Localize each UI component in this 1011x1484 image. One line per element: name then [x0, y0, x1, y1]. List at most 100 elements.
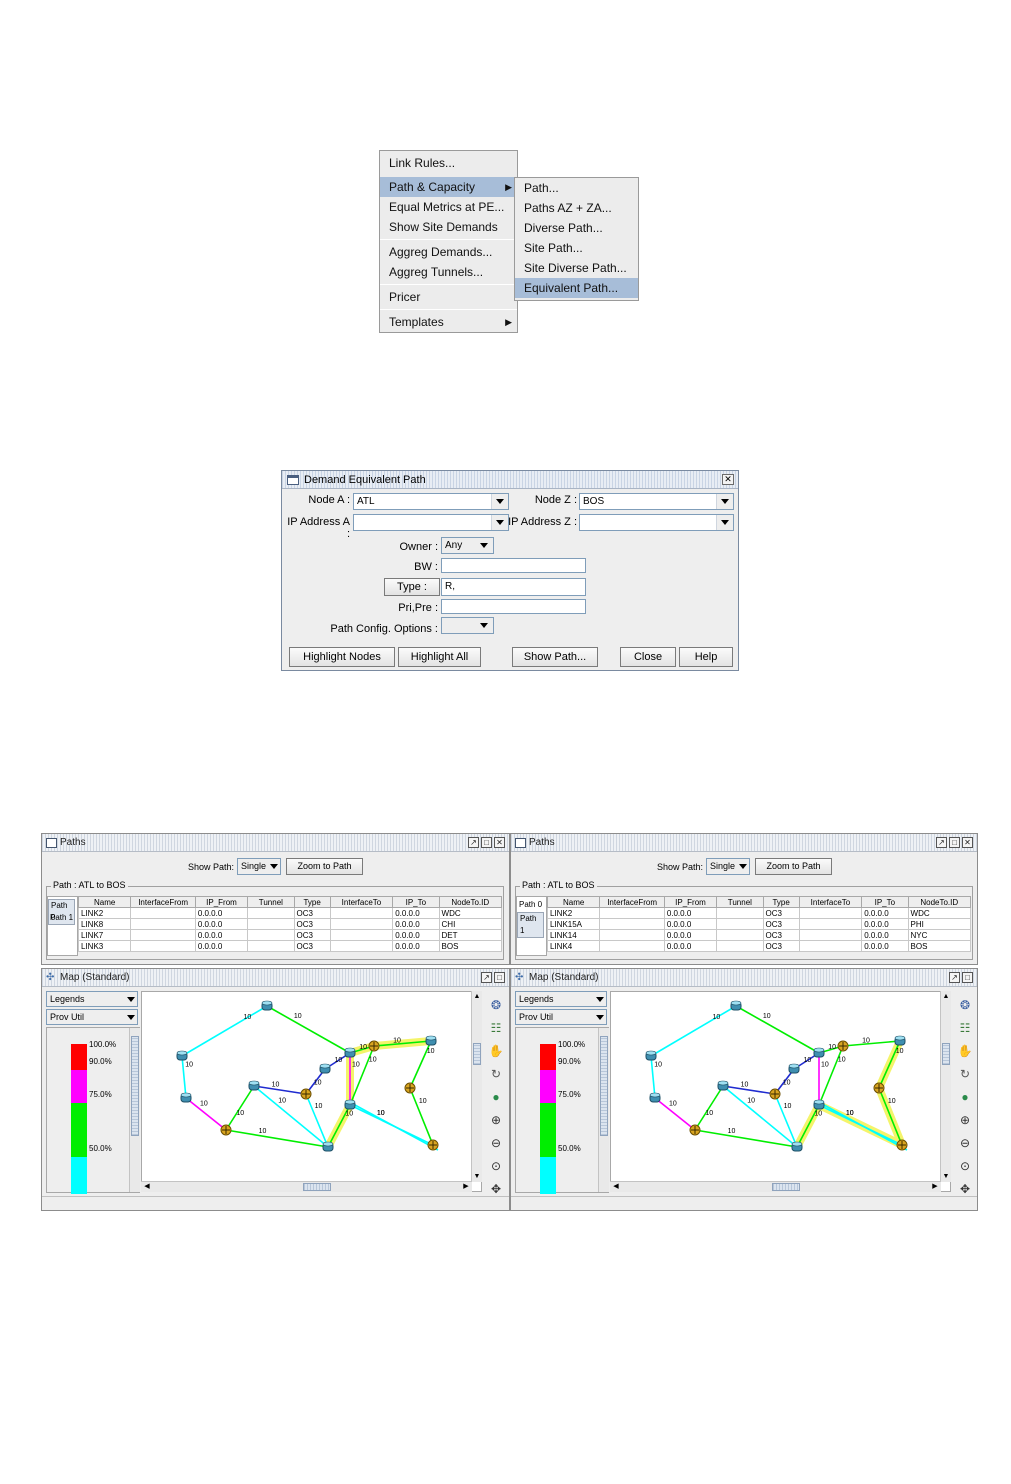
pe-router-node-icon[interactable] — [896, 1139, 908, 1151]
chevron-down-icon[interactable] — [716, 494, 733, 509]
network-link[interactable] — [650, 1005, 737, 1057]
column-header[interactable]: InterfaceFrom — [599, 896, 665, 908]
close-button[interactable]: Close — [620, 647, 676, 667]
column-header[interactable]: IP_To — [392, 896, 440, 908]
table-row[interactable]: LINK4 0.0.0.0 OC3 0.0.0.0 BOS — [546, 940, 972, 952]
path-tab-1[interactable]: Path 1 — [48, 912, 75, 924]
submenu-item-diverse-path[interactable]: Diverse Path... — [515, 218, 638, 238]
zoom-out-icon[interactable]: ⊖ — [957, 1135, 973, 1151]
map-horizontal-scrollbar[interactable]: ◀ ▶ — [610, 1181, 941, 1192]
router-node-icon[interactable] — [319, 1063, 331, 1074]
scroll-thumb[interactable] — [131, 1036, 139, 1136]
ip-address-a-select[interactable] — [353, 514, 509, 531]
scroll-thumb[interactable] — [772, 1183, 800, 1191]
router-node-icon[interactable] — [645, 1050, 657, 1061]
pe-router-node-icon[interactable] — [873, 1082, 885, 1094]
util-select[interactable]: Prov Util — [515, 1009, 607, 1025]
column-header[interactable]: InterfaceTo — [798, 896, 863, 908]
pe-router-node-icon[interactable] — [368, 1040, 380, 1052]
column-header[interactable]: InterfaceTo — [329, 896, 394, 908]
table-row[interactable]: LINK2 0.0.0.0 OC3 0.0.0.0 WDC — [546, 907, 972, 919]
type-button[interactable]: Type : — [384, 578, 440, 596]
map-panel-titlebar[interactable]: ✣ Map (Standard) ↗ □ — [42, 969, 509, 987]
pe-router-node-icon[interactable] — [300, 1088, 312, 1100]
pe-router-node-icon[interactable] — [769, 1088, 781, 1100]
chevron-down-icon[interactable] — [266, 859, 280, 874]
network-link[interactable] — [181, 1005, 268, 1057]
map-vertical-scrollbar[interactable]: ▲ ▼ — [471, 991, 482, 1182]
pan-hand-icon[interactable]: ✋ — [488, 1043, 504, 1059]
table-row[interactable]: LINK8 0.0.0.0 OC3 0.0.0.0 CHI — [77, 918, 503, 930]
chevron-down-icon[interactable] — [592, 1010, 606, 1024]
globe-icon[interactable]: ● — [488, 1089, 504, 1105]
submenu-item-path[interactable]: Path... — [515, 178, 638, 198]
close-icon[interactable]: ✕ — [962, 837, 973, 848]
column-header[interactable]: IP_To — [861, 896, 909, 908]
show-path-button[interactable]: Show Path... — [512, 647, 598, 667]
close-icon[interactable]: ✕ — [494, 837, 505, 848]
network-link[interactable] — [266, 1005, 351, 1054]
router-node-icon[interactable] — [248, 1080, 260, 1091]
util-select[interactable]: Prov Util — [46, 1009, 138, 1025]
highlight-all-button[interactable]: Highlight All — [398, 647, 481, 667]
float-icon[interactable]: ↗ — [468, 837, 479, 848]
maximize-icon[interactable]: □ — [949, 837, 960, 848]
router-node-icon[interactable] — [813, 1047, 825, 1058]
node-z-select[interactable]: BOS — [579, 493, 734, 510]
router-node-icon[interactable] — [322, 1141, 334, 1152]
move-icon[interactable]: ✥ — [957, 1181, 973, 1197]
router-node-icon[interactable] — [649, 1092, 661, 1103]
pan-hand-icon[interactable]: ✋ — [957, 1043, 973, 1059]
ip-address-z-select[interactable] — [579, 514, 734, 531]
table-row[interactable]: LINK15A 0.0.0.0 OC3 0.0.0.0 PHI — [546, 918, 972, 930]
column-header[interactable]: Name — [77, 896, 132, 908]
zoom-fit-icon[interactable]: ⊙ — [957, 1158, 973, 1174]
column-header[interactable]: IP_From — [194, 896, 249, 908]
type-input[interactable]: R, — [441, 578, 586, 596]
table-row[interactable]: LINK7 0.0.0.0 OC3 0.0.0.0 DET — [77, 929, 503, 941]
scroll-up-icon[interactable]: ▲ — [472, 992, 482, 1001]
router-node-icon[interactable] — [894, 1035, 906, 1046]
router-node-icon[interactable] — [344, 1099, 356, 1110]
map-horizontal-scrollbar[interactable]: ◀ ▶ — [141, 1181, 472, 1192]
table-row[interactable]: LINK2 0.0.0.0 OC3 0.0.0.0 WDC — [77, 907, 503, 919]
chevron-down-icon[interactable] — [716, 515, 733, 530]
menu-item-path-capacity[interactable]: Path & Capacity ▶ — [380, 177, 517, 197]
zoom-to-path-button[interactable]: Zoom to Path — [286, 858, 363, 875]
menu-item-templates[interactable]: Templates ▶ — [380, 312, 517, 332]
scroll-thumb[interactable] — [303, 1183, 331, 1191]
router-node-icon[interactable] — [261, 1000, 273, 1011]
table-row[interactable]: LINK3 0.0.0.0 OC3 0.0.0.0 BOS — [77, 940, 503, 952]
submenu-item-site-diverse-path[interactable]: Site Diverse Path... — [515, 258, 638, 278]
column-header[interactable]: NodeTo.ID — [438, 896, 503, 908]
submenu-item-paths-az-za[interactable]: Paths AZ + ZA... — [515, 198, 638, 218]
close-icon[interactable]: ✕ — [722, 474, 734, 485]
globe-icon[interactable]: ● — [957, 1089, 973, 1105]
zoom-in-icon[interactable]: ⊕ — [957, 1112, 973, 1128]
layout-icon[interactable]: ☷ — [488, 1020, 504, 1036]
zoom-to-path-button[interactable]: Zoom to Path — [755, 858, 832, 875]
pe-router-node-icon[interactable] — [427, 1139, 439, 1151]
legend-scrollbar[interactable] — [598, 1028, 609, 1192]
map-vertical-scrollbar[interactable]: ▲ ▼ — [940, 991, 951, 1182]
layout-icon[interactable]: ☷ — [957, 1020, 973, 1036]
chevron-down-icon[interactable] — [735, 859, 749, 874]
pe-router-node-icon[interactable] — [689, 1124, 701, 1136]
table-row[interactable]: LINK14 0.0.0.0 OC3 0.0.0.0 NYC — [546, 929, 972, 941]
column-header[interactable]: NodeTo.ID — [907, 896, 972, 908]
menu-item-equal-metrics[interactable]: Equal Metrics at PE... — [380, 197, 517, 217]
router-node-icon[interactable] — [813, 1099, 825, 1110]
legend-scrollbar[interactable] — [129, 1028, 140, 1192]
network-link[interactable] — [253, 1085, 329, 1148]
column-header[interactable]: Tunnel — [247, 896, 295, 908]
move-icon[interactable]: ✥ — [488, 1181, 504, 1197]
submenu-item-site-path[interactable]: Site Path... — [515, 238, 638, 258]
router-node-icon[interactable] — [344, 1047, 356, 1058]
column-header[interactable]: Type — [293, 896, 331, 908]
help-button[interactable]: Help — [679, 647, 733, 667]
dialog-titlebar[interactable]: Demand Equivalent Path ✕ — [282, 471, 738, 489]
column-header[interactable]: Tunnel — [716, 896, 764, 908]
show-path-select[interactable]: Single — [706, 858, 750, 875]
network-link[interactable] — [842, 1040, 901, 1047]
column-header[interactable]: IP_From — [663, 896, 718, 908]
